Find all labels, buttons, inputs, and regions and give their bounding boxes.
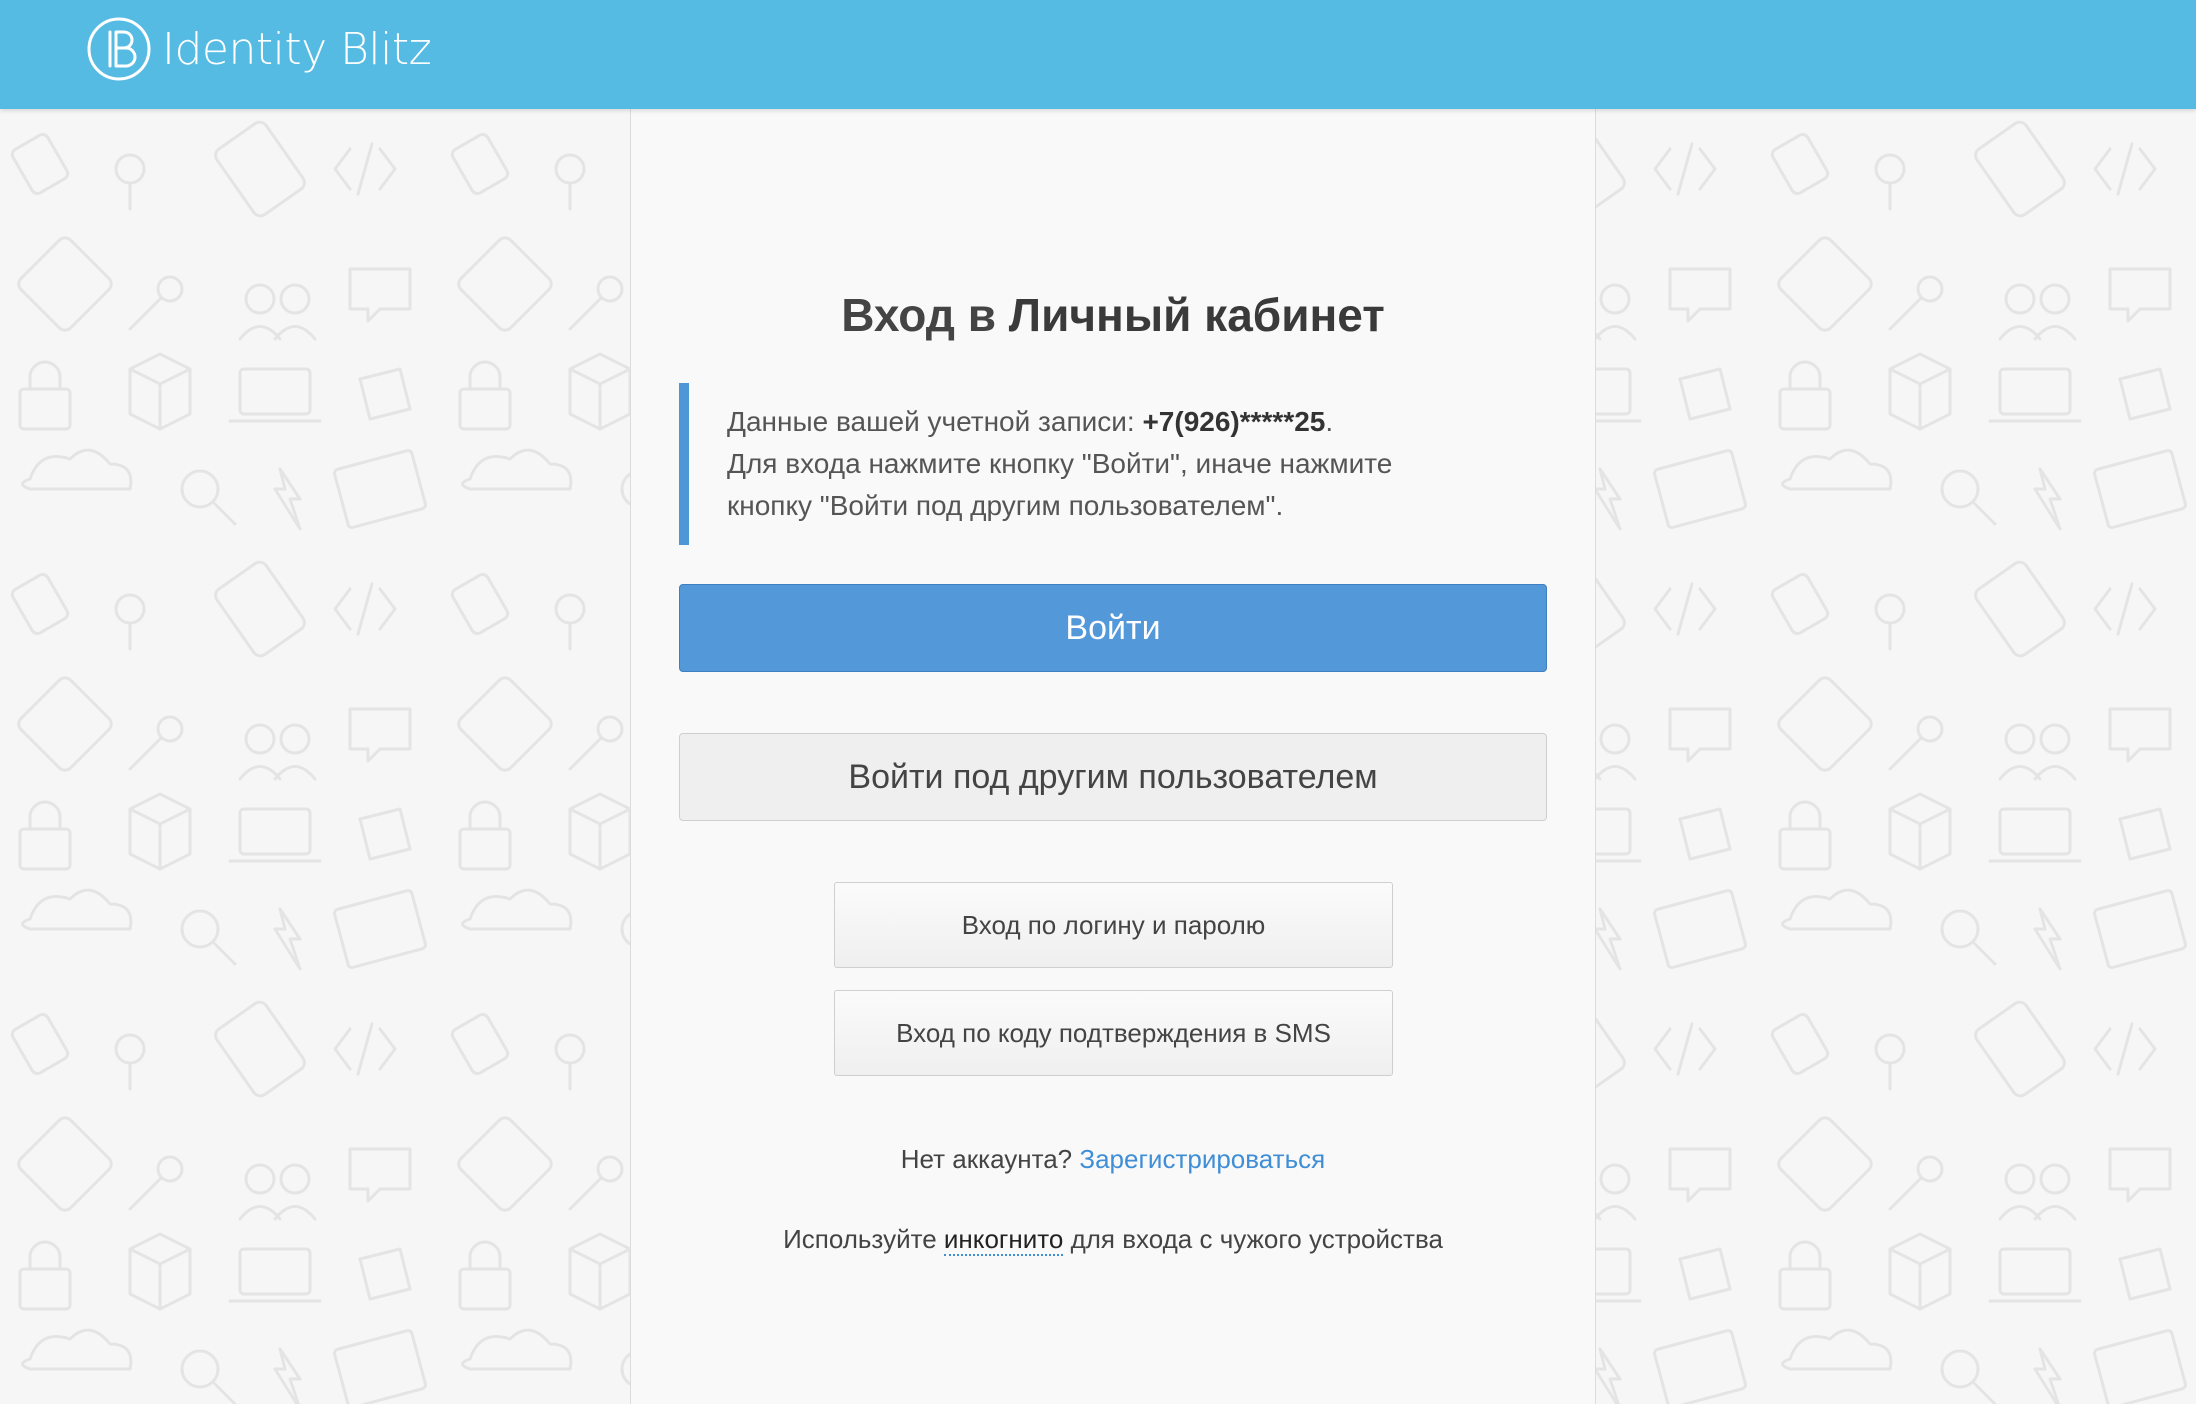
notice-line-3: кнопку "Войти под другим пользователем".	[727, 490, 1284, 521]
register-prompt: Нет аккаунта? Зарегистрироваться	[631, 1141, 1595, 1177]
notice-line-1: Данные вашей учетной записи: +7(926)****…	[727, 401, 1547, 443]
other-user-button[interactable]: Войти под другим пользователем	[679, 733, 1547, 821]
incognito-hint: Используйте инкогнито для входа с чужого…	[631, 1221, 1595, 1257]
title-prefix: Вход в	[841, 289, 1009, 341]
notice-account-suffix: .	[1325, 406, 1334, 437]
top-bar: Identity Blitz	[0, 0, 2196, 109]
identity-blitz-logo-icon	[87, 17, 151, 81]
brand-logo[interactable]: Identity Blitz	[86, 16, 432, 82]
notice-line-2: Для входа нажмите кнопку "Войти", иначе …	[727, 448, 1393, 479]
register-link[interactable]: Зарегистрироваться	[1079, 1144, 1325, 1174]
notice-account-label: Данные вашей учетной записи:	[727, 406, 1143, 437]
incognito-term[interactable]: инкогнито	[943, 1224, 1064, 1256]
notice-account-value: +7(926)*****25	[1142, 406, 1326, 437]
password-login-button[interactable]: Вход по логину и паролю	[834, 882, 1393, 968]
page-title: Вход в Личный кабинет	[631, 285, 1595, 345]
login-button[interactable]: Войти	[679, 584, 1547, 672]
incognito-prefix: Используйте	[783, 1224, 944, 1254]
sms-login-button[interactable]: Вход по коду подтверждения в SMS	[834, 990, 1393, 1076]
account-notice: Данные вашей учетной записи: +7(926)****…	[679, 383, 1547, 545]
register-prompt-text: Нет аккаунта?	[900, 1144, 1080, 1174]
title-strong: Личный кабинет	[1008, 289, 1385, 341]
brand-name: Identity Blitz	[162, 23, 432, 75]
incognito-suffix: для входа с чужого устройства	[1063, 1224, 1443, 1254]
login-card: Вход в Личный кабинет Данные вашей учетн…	[630, 109, 1596, 1404]
